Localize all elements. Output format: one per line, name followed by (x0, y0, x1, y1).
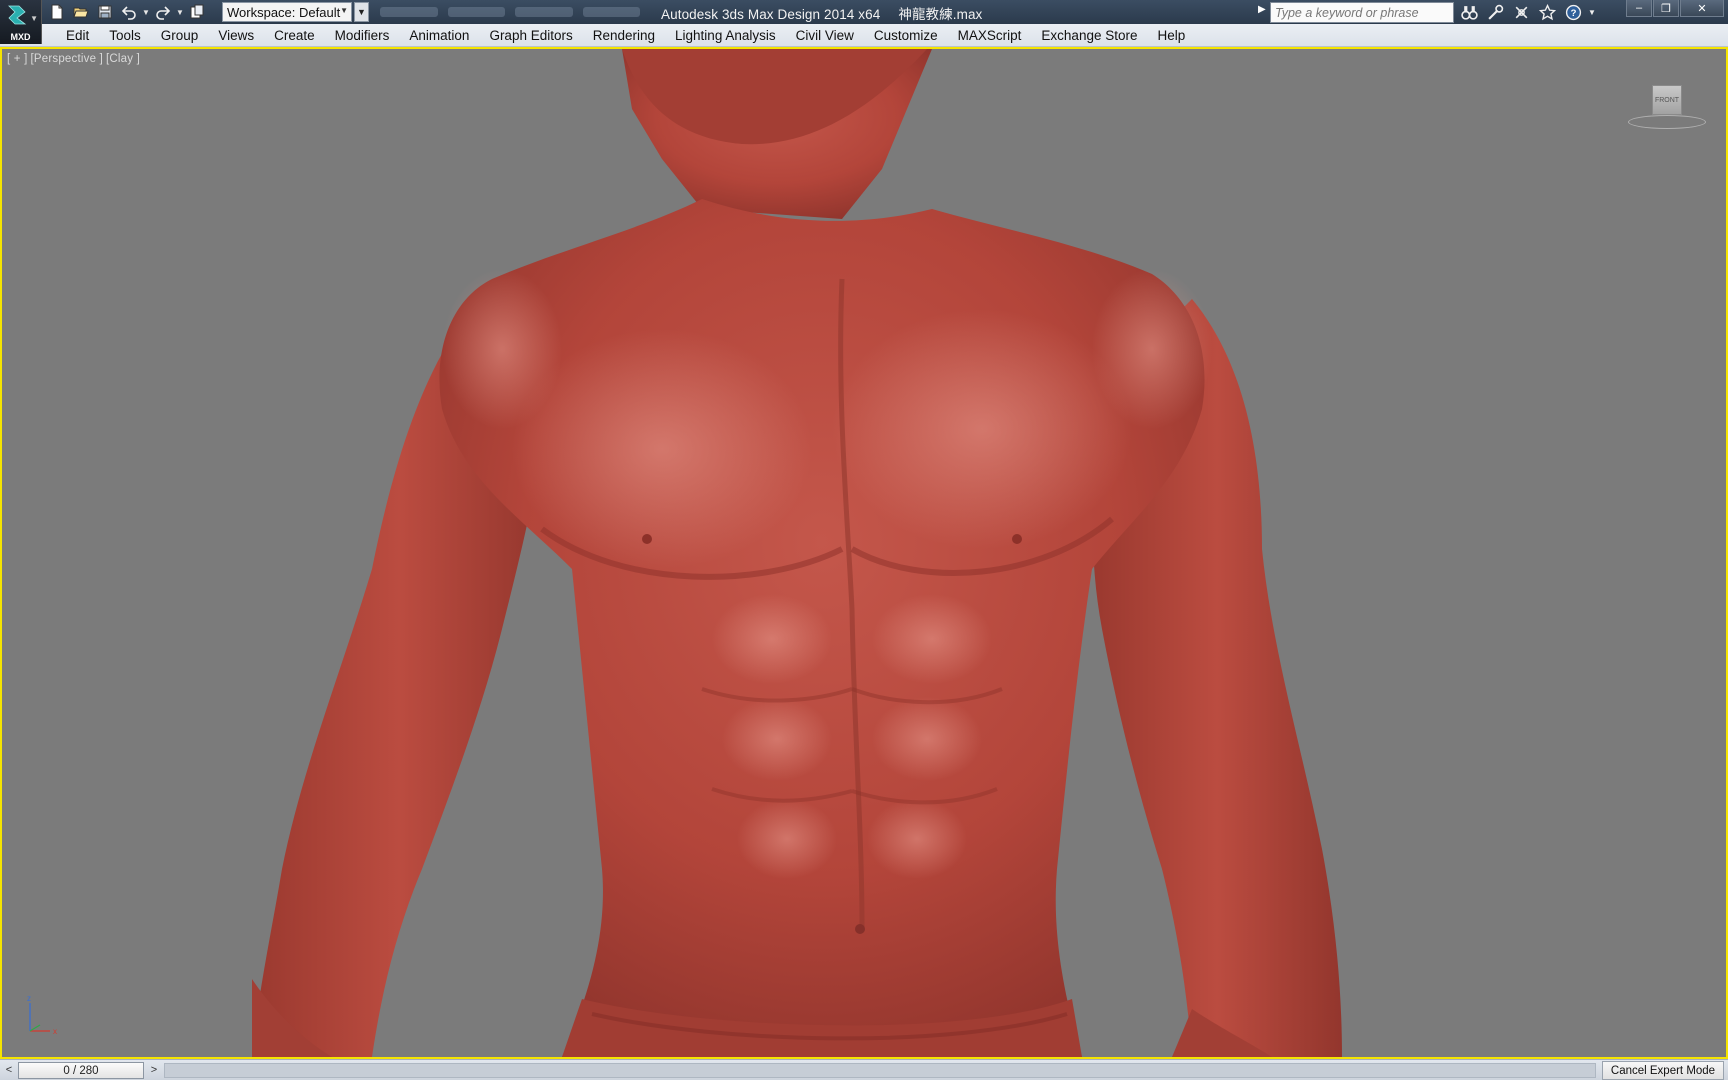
next-frame-button[interactable]: > (147, 1062, 161, 1078)
tools-icon (1487, 4, 1503, 20)
project-folder-icon (190, 4, 204, 19)
title-bar: ▼ ▼ Workspace: Default ▼ ▼ Autodesk 3ds … (0, 0, 1728, 24)
undo-icon (121, 6, 136, 20)
blurred-placeholder (447, 7, 505, 17)
binoculars-icon (1460, 5, 1478, 20)
app-title: Autodesk 3ds Max Design 2014 x64 (661, 7, 881, 22)
axis-z-label: z (27, 994, 31, 1003)
previous-frame-button[interactable]: < (2, 1062, 16, 1078)
application-menu-button[interactable]: ▼ MXD (0, 0, 42, 44)
viewcube-compass-ring[interactable] (1628, 115, 1706, 129)
window-controls: – ❐ ✕ (1626, 0, 1724, 17)
menu-exchange-store[interactable]: Exchange Store (1031, 24, 1147, 47)
new-file-button[interactable] (46, 2, 68, 22)
viewcube-front-face[interactable]: FRONT (1652, 85, 1682, 115)
restore-button[interactable]: ❐ (1653, 0, 1679, 17)
menu-maxscript[interactable]: MAXScript (948, 24, 1032, 47)
communication-center-button[interactable] (1510, 2, 1532, 22)
save-icon (98, 5, 112, 19)
cancel-expert-mode-button[interactable]: Cancel Expert Mode (1602, 1061, 1724, 1080)
help-dropdown-icon[interactable]: ▼ (1588, 8, 1596, 17)
quick-access-toolbar: ▼ ▼ (46, 2, 208, 22)
menu-lighting-analysis[interactable]: Lighting Analysis (665, 24, 786, 47)
track-bar[interactable] (164, 1063, 1596, 1078)
minimize-button[interactable]: – (1626, 0, 1652, 17)
favorites-button[interactable] (1536, 2, 1558, 22)
axis-tripod-icon: z x (27, 994, 57, 1036)
menu-civil-view[interactable]: Civil View (786, 24, 864, 47)
menu-rendering[interactable]: Rendering (583, 24, 665, 47)
axis-x-label: x (53, 1027, 57, 1036)
workspace-label: Workspace: Default (227, 4, 341, 20)
menu-edit[interactable]: Edit (56, 24, 99, 47)
perspective-viewport[interactable]: [ + ] [Perspective ] [Clay ] FRONT z x (0, 47, 1728, 1059)
blurred-placeholder (380, 7, 438, 17)
blurred-title-area (380, 4, 640, 20)
menu-modifiers[interactable]: Modifiers (325, 24, 400, 47)
redo-button[interactable] (152, 2, 174, 22)
search-input[interactable] (1270, 2, 1454, 23)
menu-tools[interactable]: Tools (99, 24, 151, 47)
status-bar: < 0 / 280 > Cancel Expert Mode (0, 1059, 1728, 1080)
menu-views[interactable]: Views (208, 24, 264, 47)
menu-customize[interactable]: Customize (864, 24, 948, 47)
menu-bar: Edit Tools Group Views Create Modifiers … (0, 24, 1728, 47)
undo-dropdown-icon[interactable]: ▼ (142, 8, 150, 17)
viewport-label: [ + ] [Perspective ] [Clay ] (7, 53, 143, 65)
search-binoculars-button[interactable] (1458, 2, 1480, 22)
help-button[interactable]: ? (1562, 2, 1584, 22)
info-center-toolbar: ? ▼ (1458, 2, 1596, 22)
blurred-placeholder (515, 7, 573, 17)
sculpted-torso-model (252, 49, 1342, 1057)
menu-help[interactable]: Help (1147, 24, 1195, 47)
subscription-center-button[interactable] (1484, 2, 1506, 22)
chevron-down-icon: ▼ (340, 6, 348, 15)
blurred-placeholder (582, 7, 640, 17)
new-file-icon (51, 4, 63, 20)
logo-caption: MXD (10, 32, 31, 42)
svg-text:?: ? (1570, 8, 1576, 19)
viewport-menu-plus[interactable]: [ + ] (7, 53, 28, 65)
save-button[interactable] (94, 2, 116, 22)
favorites-star-icon (1538, 3, 1556, 20)
viewport-shading-label[interactable]: [Clay ] (106, 53, 140, 65)
workspace-menu-button[interactable]: ▼ (354, 2, 369, 22)
viewcube[interactable]: FRONT (1628, 85, 1708, 135)
communication-icon (1515, 6, 1527, 18)
file-name: 神龍教練.max (898, 7, 983, 22)
open-file-button[interactable] (70, 2, 92, 22)
chevron-down-icon: ▼ (30, 14, 38, 23)
viewport-view-label[interactable]: [Perspective ] (31, 53, 103, 65)
chevron-down-icon: ▼ (357, 7, 366, 17)
redo-icon (156, 6, 171, 20)
search-expand-icon[interactable]: ▶ (1258, 4, 1266, 15)
menu-create[interactable]: Create (264, 24, 325, 47)
project-folder-button[interactable] (186, 2, 208, 22)
close-button[interactable]: ✕ (1680, 0, 1724, 17)
workspace-dropdown[interactable]: Workspace: Default ▼ (222, 2, 352, 22)
help-icon: ? (1565, 4, 1581, 20)
redo-dropdown-icon[interactable]: ▼ (176, 8, 184, 17)
open-file-icon (73, 7, 89, 18)
window-title: Autodesk 3ds Max Design 2014 x64 神龍教練.max (661, 3, 982, 23)
menu-group[interactable]: Group (151, 24, 209, 47)
time-slider[interactable]: 0 / 280 (18, 1062, 144, 1079)
menu-graph-editors[interactable]: Graph Editors (479, 24, 582, 47)
undo-button[interactable] (118, 2, 140, 22)
menu-animation[interactable]: Animation (399, 24, 479, 47)
menu-items: Edit Tools Group Views Create Modifiers … (56, 24, 1195, 47)
3ds-max-logo-icon (8, 5, 27, 25)
